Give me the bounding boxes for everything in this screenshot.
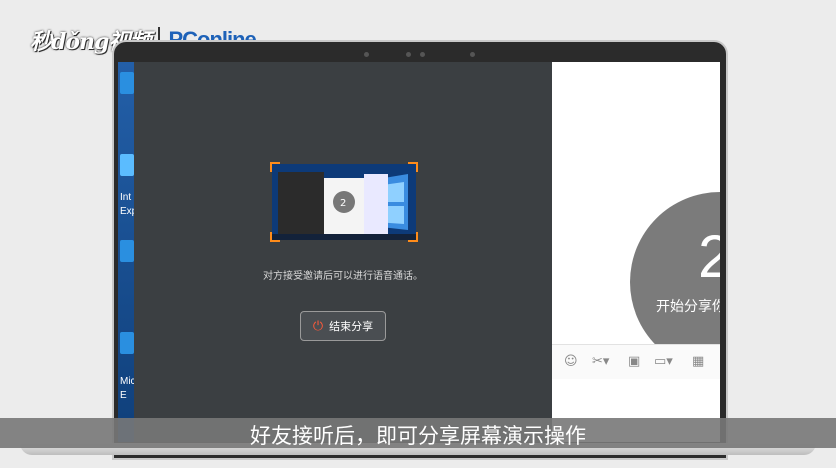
camera-dot bbox=[420, 52, 425, 57]
subtitle-text: 好友接听后，即可分享屏幕演示操作 bbox=[250, 424, 586, 448]
camera-dot bbox=[470, 52, 475, 57]
folder-icon[interactable]: ▭▾ bbox=[654, 354, 673, 369]
shared-screen-thumbnail: 2 bbox=[270, 162, 418, 242]
share-message: 对方接受邀请后可以进行语音通话。 bbox=[263, 271, 423, 282]
chat-panel: 2 开始分享你 ☺ ✂▾ ▣ ▭▾ ▦ bbox=[552, 62, 720, 442]
desktop-label: E bbox=[120, 390, 127, 401]
desktop-label: Int bbox=[120, 192, 132, 203]
camera-dot bbox=[406, 52, 411, 57]
laptop-screen: Int Exp Mic E 2 对方接受邀请后可以进行语音通话。 ⏻ 结束分享 … bbox=[118, 62, 720, 442]
thumbnail-preview: 2 bbox=[272, 164, 416, 240]
countdown-number: 2 bbox=[698, 223, 720, 290]
corner-marker bbox=[270, 232, 280, 242]
app-shortcut-icon[interactable] bbox=[120, 240, 134, 262]
screen-share-panel: 2 对方接受邀请后可以进行语音通话。 ⏻ 结束分享 bbox=[134, 62, 552, 442]
camera-dot bbox=[364, 52, 369, 57]
emoji-icon[interactable]: ☺ bbox=[564, 354, 578, 369]
corner-marker bbox=[408, 232, 418, 242]
recycle-bin-icon[interactable] bbox=[120, 72, 134, 94]
image-icon[interactable]: ▣ bbox=[628, 354, 640, 369]
desktop-strip: Int Exp Mic E bbox=[118, 62, 137, 442]
edge-icon[interactable] bbox=[120, 332, 134, 354]
scissors-icon[interactable]: ✂▾ bbox=[592, 354, 609, 369]
end-share-label: 结束分享 bbox=[329, 320, 374, 333]
chat-toolbar: ☺ ✂▾ ▣ ▭▾ ▦ bbox=[552, 344, 720, 379]
end-share-button[interactable]: ⏻ 结束分享 bbox=[300, 311, 386, 341]
more-icon[interactable]: ▦ bbox=[692, 354, 704, 369]
corner-marker bbox=[408, 162, 418, 172]
thumbnail-countdown: 2 bbox=[340, 198, 346, 209]
internet-explorer-icon[interactable] bbox=[120, 154, 134, 176]
corner-marker bbox=[270, 162, 280, 172]
countdown-label: 开始分享你 bbox=[656, 299, 720, 315]
power-icon: ⏻ bbox=[312, 318, 324, 334]
